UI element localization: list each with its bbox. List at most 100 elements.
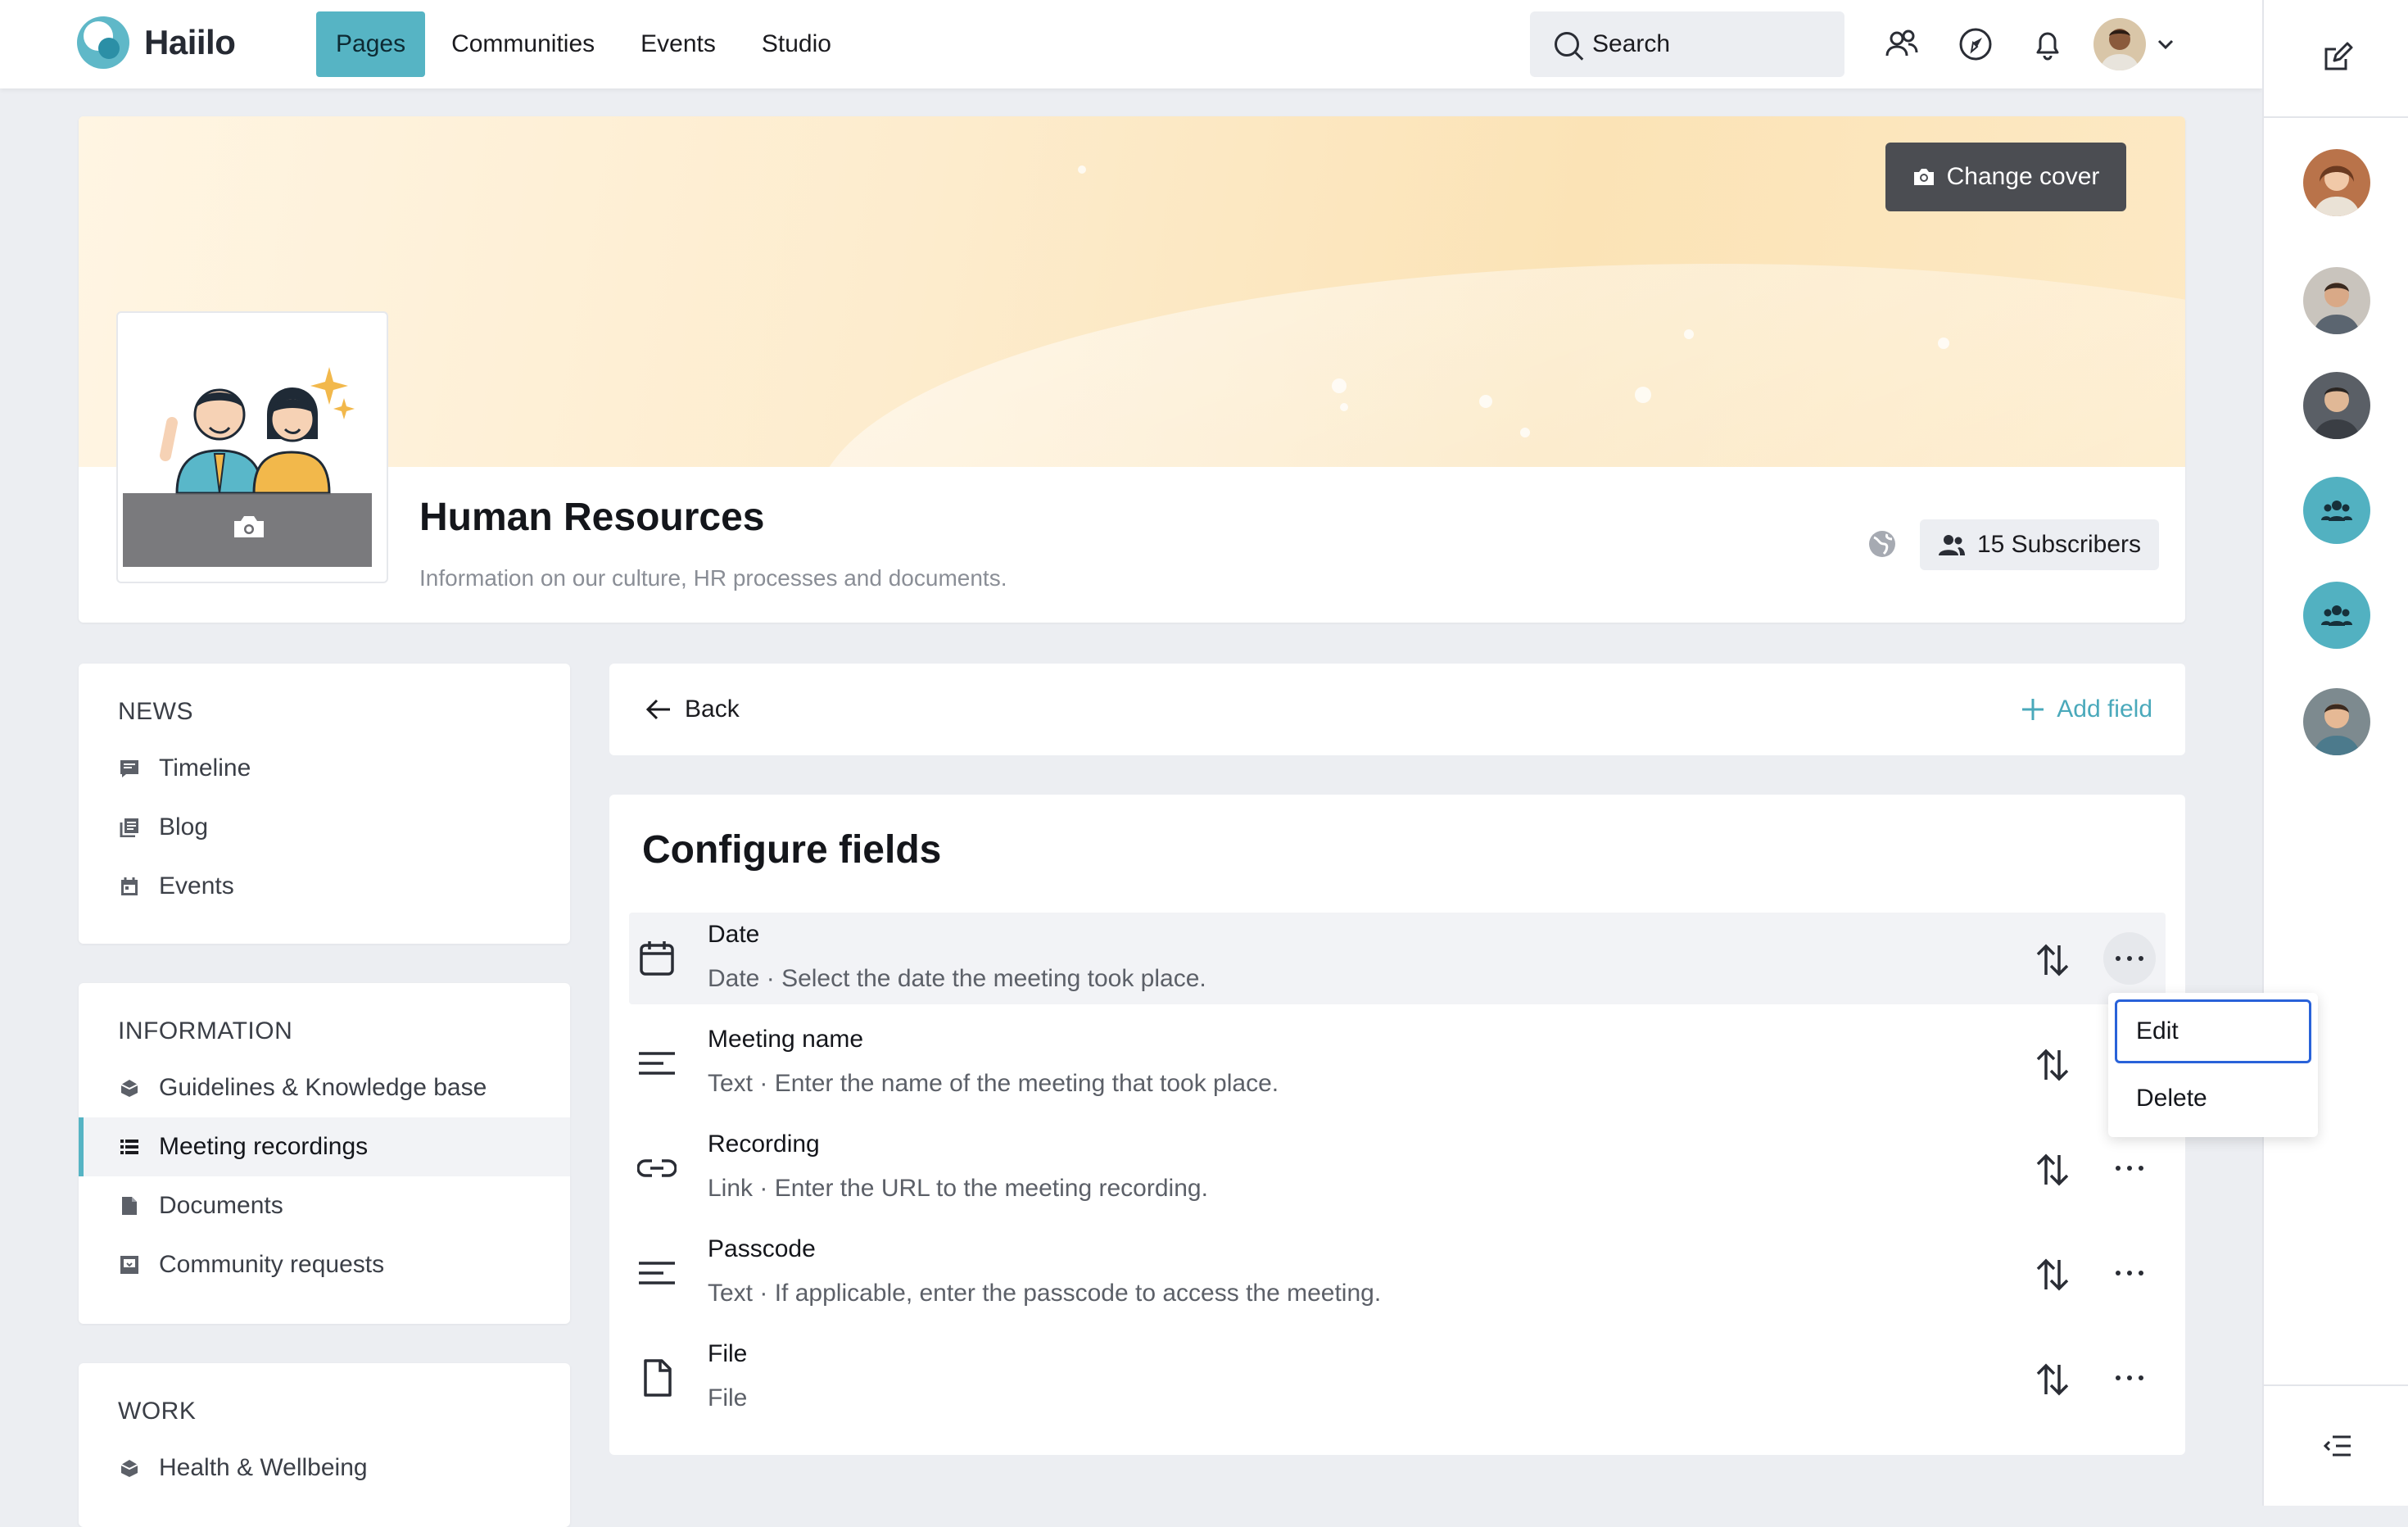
add-field-button[interactable]: Add field <box>2021 686 2152 732</box>
camera-icon <box>1913 169 1934 185</box>
chat-avatar[interactable] <box>2303 267 2370 334</box>
subscribers-button[interactable]: 15 Subscribers <box>1920 519 2159 570</box>
field-row[interactable]: Passcode Text · If applicable, enter the… <box>629 1227 2166 1319</box>
reorder-arrows-icon[interactable] <box>2035 1257 2071 1293</box>
field-type: File <box>708 1384 748 1411</box>
chat-avatar[interactable] <box>2303 372 2370 439</box>
menu-item-edit[interactable]: Edit <box>2115 999 2311 1063</box>
group-icon <box>2321 605 2352 626</box>
reorder-arrows-icon[interactable] <box>2035 1362 2071 1398</box>
field-meta: Link · Enter the URL to the meeting reco… <box>708 1175 1208 1203</box>
field-meta: Text · If applicable, enter the passcode… <box>708 1280 1381 1307</box>
chevron-down-icon[interactable] <box>2154 33 2177 56</box>
nav-item-events[interactable]: Events <box>621 11 736 77</box>
more-options-button[interactable] <box>2103 1352 2156 1404</box>
right-rail <box>2262 0 2408 1506</box>
reorder-arrows-icon[interactable] <box>2035 1152 2071 1188</box>
sidebar-item-events[interactable]: Events <box>79 857 570 916</box>
explore-icon[interactable] <box>1958 26 1994 62</box>
inbox-icon <box>120 1255 139 1275</box>
nav-item-studio[interactable]: Studio <box>742 11 851 77</box>
field-options-menu: Edit Delete <box>2108 993 2318 1137</box>
colleagues-icon[interactable] <box>1884 26 1920 62</box>
change-cover-label: Change cover <box>1946 163 2100 190</box>
chat-group-avatar[interactable] <box>2303 477 2370 544</box>
reorder-arrows-icon[interactable] <box>2035 942 2071 978</box>
sidebar-item-label: Health & Wellbeing <box>159 1454 368 1481</box>
knowledge-base-icon <box>120 1078 139 1098</box>
reorder-arrows-icon[interactable] <box>2035 1047 2071 1083</box>
sidebar-item-community-requests[interactable]: Community requests <box>79 1235 570 1294</box>
main-nav: Pages Communities Events Studio <box>316 11 858 77</box>
search-icon <box>1555 32 1579 57</box>
field-row[interactable]: File File <box>629 1332 2166 1424</box>
bell-icon[interactable] <box>2030 26 2066 62</box>
sidebar-item-blog[interactable]: Blog <box>79 798 570 857</box>
chat-avatar[interactable] <box>2303 688 2370 755</box>
cover-sparkle <box>1684 329 1694 339</box>
page-title: Human Resources <box>419 496 765 539</box>
sidebar-item-label: Timeline <box>159 754 251 782</box>
timeline-icon <box>120 759 139 778</box>
sidebar-item-meeting-recordings[interactable]: Meeting recordings <box>79 1117 570 1176</box>
plus-icon <box>2022 699 2044 720</box>
text-lines-icon <box>639 1262 675 1285</box>
field-separator: · <box>759 1070 768 1097</box>
file-icon <box>644 1359 672 1397</box>
field-description: If applicable, enter the passcode to acc… <box>774 1280 1382 1307</box>
sidebar-heading: INFORMATION <box>118 1017 293 1044</box>
sidebar-item-documents[interactable]: Documents <box>79 1176 570 1235</box>
field-row[interactable]: Recording Link · Enter the URL to the me… <box>629 1122 2166 1214</box>
change-cover-button[interactable]: Change cover <box>1885 143 2126 211</box>
knowledge-base-icon <box>120 1458 139 1478</box>
compose-icon[interactable] <box>2321 41 2354 74</box>
sidebar-item-guidelines[interactable]: Guidelines & Knowledge base <box>79 1058 570 1117</box>
sidebar-item-label: Guidelines & Knowledge base <box>159 1074 487 1101</box>
group-icon <box>2321 501 2352 521</box>
nav-item-communities[interactable]: Communities <box>432 11 614 77</box>
field-separator: · <box>759 1280 768 1307</box>
more-options-button[interactable] <box>2103 932 2156 985</box>
calendar-icon <box>640 941 674 976</box>
chat-avatar[interactable] <box>2303 149 2370 216</box>
app-name: Haiilo <box>144 23 236 61</box>
back-label: Back <box>685 696 740 723</box>
app-logo[interactable]: Haiilo <box>77 16 236 69</box>
cover-sparkle <box>1332 378 1347 393</box>
page-description: Information on our culture, HR processes… <box>419 565 1007 591</box>
blog-icon <box>120 818 139 837</box>
menu-item-delete[interactable]: Delete <box>2115 1067 2311 1131</box>
page-avatar[interactable] <box>118 313 387 582</box>
more-options-button[interactable] <box>2103 1247 2156 1299</box>
subscribers-icon <box>1938 535 1965 555</box>
more-options-button[interactable] <box>2103 1142 2156 1194</box>
field-description: Select the date the meeting took place. <box>781 965 1206 992</box>
nav-item-pages[interactable]: Pages <box>316 11 426 77</box>
page-header-card: Change cover Human Resources Information… <box>79 116 2185 623</box>
text-lines-icon <box>639 1052 675 1075</box>
search-box[interactable]: Search <box>1530 11 1844 77</box>
sidebar-item-timeline[interactable]: Timeline <box>79 739 570 798</box>
top-bar: Haiilo Pages Communities Events Studio S… <box>0 0 2262 88</box>
hr-illustration <box>123 318 372 567</box>
field-separator: · <box>759 1175 768 1202</box>
back-button[interactable]: Back <box>645 686 740 732</box>
sidebar-item-label: Blog <box>159 813 209 841</box>
cover-sparkle <box>1635 387 1651 403</box>
field-type: Text <box>708 1070 754 1097</box>
public-globe-icon <box>1869 531 1895 557</box>
sidebar-heading: WORK <box>118 1398 197 1425</box>
sidebar-item-health-wellbeing[interactable]: Health & Wellbeing <box>79 1439 570 1498</box>
field-meta: File <box>708 1384 747 1412</box>
field-row[interactable]: Meeting name Text · Enter the name of th… <box>629 1017 2166 1109</box>
configure-fields-card: Configure fields Date Date · Select the … <box>609 795 2185 1455</box>
chat-group-avatar[interactable] <box>2303 582 2370 649</box>
document-icon <box>120 1196 139 1216</box>
field-name: Date <box>708 921 760 948</box>
field-row[interactable]: Date Date · Select the date the meeting … <box>629 913 2166 1004</box>
collapse-panel-icon[interactable] <box>2323 1434 2352 1458</box>
configure-fields-title: Configure fields <box>642 828 942 872</box>
rail-compose-area <box>2264 0 2408 118</box>
field-name: File <box>708 1340 748 1367</box>
user-avatar[interactable] <box>2093 18 2146 70</box>
